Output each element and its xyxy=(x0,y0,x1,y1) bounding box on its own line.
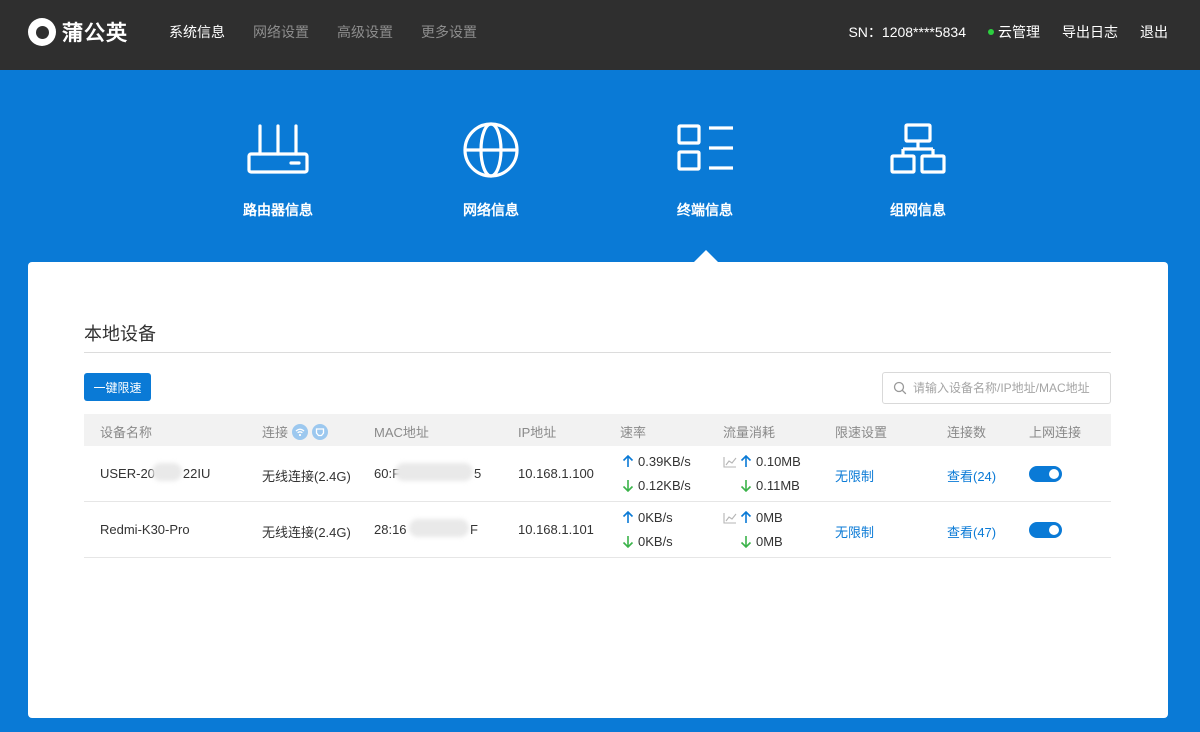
col-connection: 连接 xyxy=(262,422,328,441)
col-connections: 连接数 xyxy=(947,422,986,441)
wifi-filter-icon[interactable] xyxy=(292,424,308,440)
traffic-up: 0MB xyxy=(723,510,783,525)
limit-setting-link[interactable]: 无限制 xyxy=(835,522,874,541)
nav-more-settings[interactable]: 更多设置 xyxy=(421,22,477,42)
redaction-mask xyxy=(409,519,469,537)
category-network-info[interactable]: 网络信息 xyxy=(431,118,551,220)
col-internet-access: 上网连接 xyxy=(1029,422,1081,441)
section-title: 本地设备 xyxy=(84,320,156,346)
search-icon xyxy=(893,381,907,395)
col-connection-label: 连接 xyxy=(262,422,288,441)
brand-logo[interactable]: 蒲公英 xyxy=(28,16,128,48)
arrow-down-icon xyxy=(622,535,634,548)
cloud-manage-link[interactable]: 云管理 xyxy=(988,22,1040,42)
logout-link[interactable]: 退出 xyxy=(1140,22,1168,42)
category-label: 组网信息 xyxy=(858,200,978,220)
internet-access-toggle[interactable] xyxy=(1029,522,1062,538)
arrow-down-icon xyxy=(622,479,634,492)
traffic-down-value: 0.11MB xyxy=(756,478,800,493)
traffic-down: 0MB xyxy=(740,534,783,549)
connection-type: 无线连接(2.4G) xyxy=(262,466,351,485)
device-name-prefix: USER-20 xyxy=(100,466,155,481)
ip-address: 10.168.1.100 xyxy=(518,466,594,481)
nav-system-info[interactable]: 系统信息 xyxy=(169,22,225,42)
traffic-up-value: 0MB xyxy=(756,510,783,525)
top-bar: 蒲公英 系统信息 网络设置 高级设置 更多设置 SN：1208****5834 … xyxy=(0,0,1200,70)
logo-icon xyxy=(28,18,56,46)
traffic-down-value: 0MB xyxy=(756,534,783,549)
limit-setting-link[interactable]: 无限制 xyxy=(835,466,874,485)
col-limit-setting: 限速设置 xyxy=(835,422,887,441)
section-divider xyxy=(84,352,1111,353)
col-traffic: 流量消耗 xyxy=(723,422,775,441)
category-terminal-info[interactable]: 终端信息 xyxy=(645,118,765,220)
arrow-down-icon xyxy=(740,535,752,548)
export-log-link[interactable]: 导出日志 xyxy=(1062,22,1118,42)
traffic-chart-icon[interactable] xyxy=(723,512,737,524)
arrow-up-icon xyxy=(740,455,752,468)
device-name-suffix: 22IU xyxy=(183,466,210,481)
rate-up: 0.39KB/s xyxy=(622,454,691,469)
terminal-list-icon xyxy=(673,118,737,178)
search-input[interactable] xyxy=(913,381,1103,395)
selected-category-pointer xyxy=(694,250,718,262)
rate-down-value: 0.12KB/s xyxy=(638,478,691,493)
redaction-mask xyxy=(395,463,473,481)
main-nav: 系统信息 网络设置 高级设置 更多设置 xyxy=(169,22,505,42)
mac-prefix: 28:16 xyxy=(374,522,407,537)
col-device-name: 设备名称 xyxy=(100,422,152,441)
rate-down: 0KB/s xyxy=(622,534,673,549)
status-dot-icon xyxy=(988,29,994,35)
internet-access-toggle[interactable] xyxy=(1029,466,1062,482)
traffic-up: 0.10MB xyxy=(723,454,801,469)
category-label: 终端信息 xyxy=(645,200,765,220)
network-topology-icon xyxy=(886,118,950,178)
arrow-up-icon xyxy=(622,511,634,524)
col-mac: MAC地址 xyxy=(374,422,429,441)
wired-filter-icon[interactable] xyxy=(312,424,328,440)
rate-down-value: 0KB/s xyxy=(638,534,673,549)
globe-icon xyxy=(459,118,523,178)
brand-name: 蒲公英 xyxy=(62,17,128,47)
cloud-manage-label: 云管理 xyxy=(998,22,1040,42)
traffic-up-value: 0.10MB xyxy=(756,454,801,469)
view-connections-link[interactable]: 查看(24) xyxy=(947,466,996,485)
rate-up-value: 0.39KB/s xyxy=(638,454,691,469)
arrow-down-icon xyxy=(740,479,752,492)
table-row: Redmi-K30-Pro 无线连接(2.4G) 28:16 F 10.168.… xyxy=(84,502,1111,558)
connection-type: 无线连接(2.4G) xyxy=(262,522,351,541)
mac-suffix: 5 xyxy=(474,466,481,481)
arrow-up-icon xyxy=(740,511,752,524)
rate-up-value: 0KB/s xyxy=(638,510,673,525)
view-connections-link[interactable]: 查看(47) xyxy=(947,522,996,541)
category-label: 网络信息 xyxy=(431,200,551,220)
router-icon xyxy=(246,118,310,178)
arrow-up-icon xyxy=(622,455,634,468)
col-rate: 速率 xyxy=(620,422,646,441)
redaction-mask xyxy=(152,463,182,481)
category-label: 路由器信息 xyxy=(218,200,338,220)
device-name: Redmi-K30-Pro xyxy=(100,522,190,537)
ip-address: 10.168.1.101 xyxy=(518,522,594,537)
col-ip: IP地址 xyxy=(518,422,556,441)
one-click-limit-button[interactable]: 一键限速 xyxy=(84,373,151,401)
traffic-chart-icon[interactable] xyxy=(723,456,737,468)
device-search-box[interactable] xyxy=(882,372,1111,404)
top-right-actions: SN：1208****5834 云管理 导出日志 退出 xyxy=(848,22,1168,42)
mac-suffix: F xyxy=(470,522,478,537)
table-row: USER-2022IU 无线连接(2.4G) 60:F 5 10.168.1.1… xyxy=(84,446,1111,502)
nav-network-settings[interactable]: 网络设置 xyxy=(253,22,309,42)
category-router-info[interactable]: 路由器信息 xyxy=(218,118,338,220)
rate-up: 0KB/s xyxy=(622,510,673,525)
nav-advanced-settings[interactable]: 高级设置 xyxy=(337,22,393,42)
traffic-down: 0.11MB xyxy=(740,478,800,493)
category-networking-info[interactable]: 组网信息 xyxy=(858,118,978,220)
serial-number: SN：1208****5834 xyxy=(848,22,966,42)
local-devices-panel: 本地设备 一键限速 设备名称 连接 MAC地址 IP地址 速率 流 xyxy=(28,262,1168,718)
table-header: 设备名称 连接 MAC地址 IP地址 速率 流量消耗 限速设置 连接数 上网连接 xyxy=(84,414,1111,446)
rate-down: 0.12KB/s xyxy=(622,478,691,493)
